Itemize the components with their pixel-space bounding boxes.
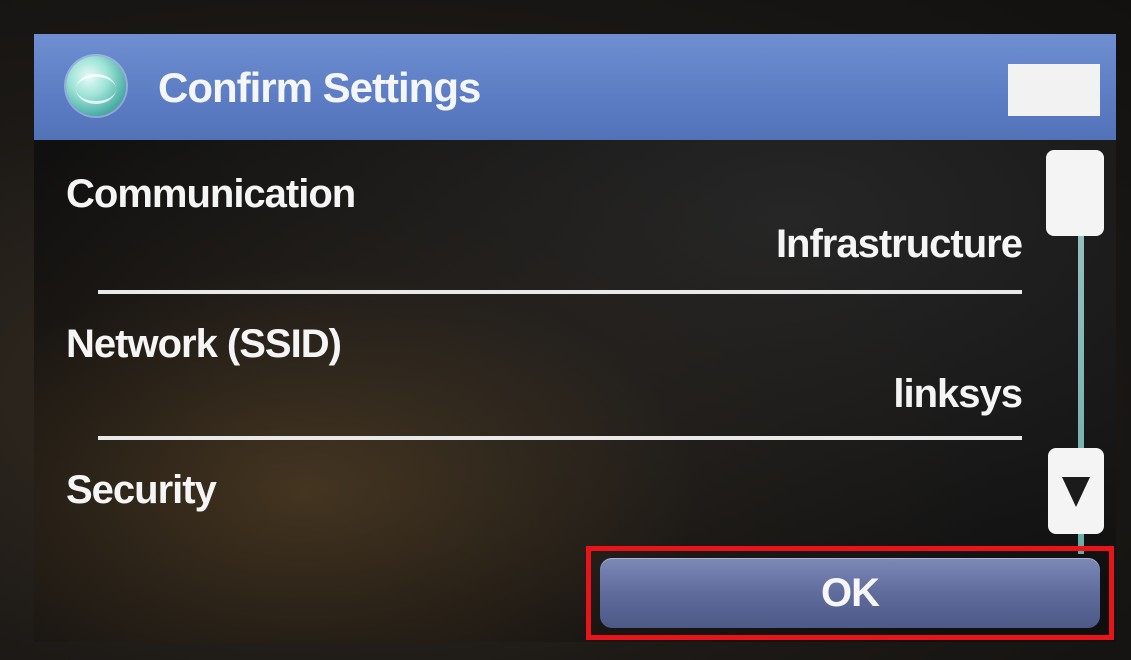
ok-button[interactable]: OK (600, 558, 1100, 628)
scrollbar-thumb[interactable] (1046, 150, 1104, 236)
setting-label-network-ssid: Network (SSID) (66, 322, 342, 366)
globe-icon (66, 56, 126, 116)
scroll-down-button[interactable] (1048, 448, 1104, 534)
ok-button-label: OK (821, 570, 880, 615)
setting-value-network-ssid: linksys (893, 372, 1023, 416)
page-title: Confirm Settings (158, 64, 481, 111)
triangle-down-icon (1062, 477, 1090, 507)
setting-label-communication: Communication (66, 172, 356, 216)
setting-label-security: Security (66, 468, 217, 512)
title-bar: Confirm Settings (34, 34, 1116, 140)
divider (98, 436, 1022, 440)
divider (98, 290, 1022, 294)
title-bar-box (1008, 64, 1100, 116)
setting-value-communication: Infrastructure (775, 222, 1023, 266)
